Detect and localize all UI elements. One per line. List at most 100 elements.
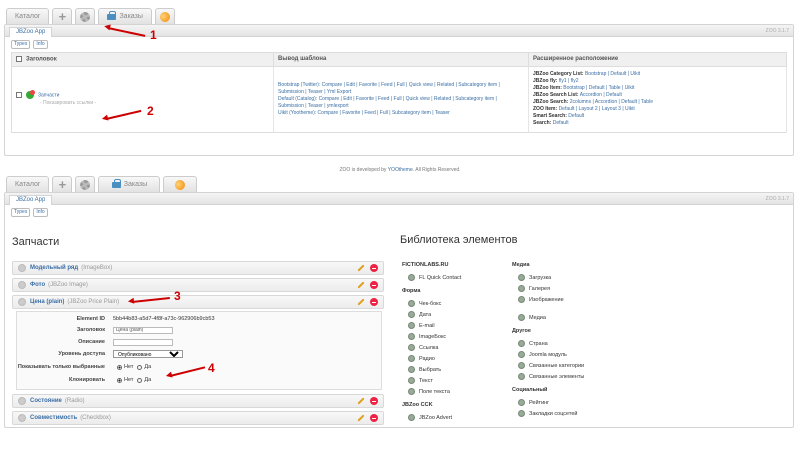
- library-item[interactable]: Чек-бокс: [402, 298, 502, 309]
- info-button[interactable]: Info: [33, 208, 48, 217]
- library-item[interactable]: Загрузка: [512, 272, 632, 283]
- layout-line[interactable]: JBZoo Category List: Bootstrap | Default…: [533, 71, 782, 78]
- layout-line[interactable]: JBZoo Search List: Accordion | Default: [533, 92, 782, 99]
- drag-handle-icon[interactable]: [18, 298, 26, 306]
- tab-orders[interactable]: Заказы: [98, 176, 161, 192]
- info-button[interactable]: Info: [33, 40, 48, 49]
- tab-add[interactable]: +: [52, 8, 73, 24]
- template-cell[interactable]: Bootstrap (Twitter): Compare | Edit | Fa…: [273, 66, 529, 133]
- element-icon: [518, 399, 525, 406]
- library-item[interactable]: Связанные категории: [512, 360, 632, 371]
- tab-orders-label: Заказы: [119, 13, 143, 20]
- element-row-condition[interactable]: Состояние (Radio): [12, 394, 384, 408]
- library-item[interactable]: Закладки соцсетей: [512, 408, 632, 419]
- access-select[interactable]: Опубликовано: [113, 350, 183, 358]
- title-input[interactable]: [113, 326, 173, 334]
- element-icon: [408, 311, 415, 318]
- library-item[interactable]: Связанные элементы: [512, 371, 632, 382]
- clone-row: Клонировать Нет Да: [68, 377, 152, 383]
- row-checkbox[interactable]: [16, 92, 22, 99]
- library-item[interactable]: Изображение: [512, 294, 632, 305]
- layout-line[interactable]: JBZoo fly: fly1 | fly2: [533, 78, 782, 85]
- drag-handle-icon[interactable]: [18, 264, 26, 272]
- library-item[interactable]: JBZoo Advert: [402, 412, 502, 423]
- edit-icon[interactable]: [357, 298, 365, 306]
- tab-zoo[interactable]: [154, 8, 175, 24]
- library-item[interactable]: Радио: [402, 353, 502, 364]
- library-item[interactable]: E-mail: [402, 320, 502, 331]
- tab-zoo[interactable]: [163, 176, 198, 192]
- element-config-form: Element ID 5bb44b83-a5d7-4f8f-a73c-962906…: [16, 311, 382, 390]
- app-tab-jbzoo[interactable]: JBZoo App: [9, 195, 53, 205]
- edit-icon[interactable]: [357, 397, 365, 405]
- library-item[interactable]: FL Quick Contact: [402, 272, 502, 283]
- library-item[interactable]: Текст: [402, 375, 502, 386]
- edit-icon[interactable]: [357, 264, 365, 272]
- layout-line[interactable]: Search: Default: [533, 120, 782, 127]
- show-selected-no-radio[interactable]: [117, 364, 122, 370]
- library-item[interactable]: Галерея: [512, 283, 632, 294]
- tab-add[interactable]: +: [52, 176, 73, 192]
- library-item[interactable]: Страна: [512, 338, 632, 349]
- tab-catalog[interactable]: Каталог: [6, 8, 50, 24]
- library-col-2: Медиа Загрузка Галерея Изображение Медиа…: [512, 260, 632, 419]
- element-row-price[interactable]: Цена (plain) (JBZoo Price Plain): [12, 295, 384, 309]
- edit-icon[interactable]: [357, 281, 365, 289]
- tab-settings[interactable]: [75, 8, 96, 24]
- type-title-link[interactable]: Запчасти: [38, 93, 59, 99]
- gear-icon: [80, 179, 91, 190]
- drag-handle-icon[interactable]: [18, 397, 26, 405]
- layout-line[interactable]: ZOO Item: Default | Layout 2 | Layout 3 …: [533, 106, 782, 113]
- element-icon: [408, 300, 415, 307]
- library-item[interactable]: Поле текста: [402, 386, 502, 397]
- element-row-compat[interactable]: Совместимость (Checkbox): [12, 411, 384, 425]
- element-icon: [408, 355, 415, 362]
- drag-handle-icon[interactable]: [18, 281, 26, 289]
- section-title: Запчасти: [12, 236, 60, 248]
- library-item[interactable]: Выбрать: [402, 364, 502, 375]
- toolbar: Types Info: [5, 37, 793, 52]
- library-item[interactable]: ImageБокс: [402, 331, 502, 342]
- app-tab-jbzoo[interactable]: JBZoo App: [9, 27, 53, 37]
- library-item[interactable]: Дата: [402, 309, 502, 320]
- layout-cell: JBZoo Category List: Bootstrap | Default…: [528, 66, 787, 133]
- plus-icon: +: [58, 177, 67, 192]
- element-row-photo[interactable]: Фото (JBZoo Image): [12, 278, 384, 292]
- element-icon: [408, 414, 415, 421]
- delete-icon[interactable]: [370, 281, 378, 289]
- element-icon: [408, 344, 415, 351]
- template-line[interactable]: Uikit (Yootheme): Compare | Favorite | F…: [278, 110, 524, 117]
- edit-icon[interactable]: [357, 414, 365, 422]
- select-all-checkbox[interactable]: [16, 56, 22, 62]
- clone-yes-radio[interactable]: [137, 377, 143, 383]
- delete-icon[interactable]: [370, 414, 378, 422]
- access-row: Уровень доступа Опубликовано: [17, 349, 381, 359]
- description-input[interactable]: [113, 338, 173, 346]
- clone-no-radio[interactable]: [117, 377, 122, 383]
- types-button[interactable]: Types: [11, 208, 31, 217]
- element-id-row: Element ID 5bb44b83-a5d7-4f8f-a73c-962906…: [76, 316, 215, 322]
- layout-line[interactable]: Smart Search: Default: [533, 113, 782, 120]
- layout-line[interactable]: JBZoo Search: 2columns | Accordion | Def…: [533, 99, 782, 106]
- template-line[interactable]: Default (Catalog): Compare | Edit | Favo…: [278, 96, 524, 110]
- yootheme-link[interactable]: YOOtheme: [388, 167, 413, 173]
- library-item[interactable]: Медиа: [512, 312, 632, 323]
- delete-icon[interactable]: [370, 264, 378, 272]
- delete-icon[interactable]: [370, 298, 378, 306]
- library-item[interactable]: Рейтинг: [512, 397, 632, 408]
- delete-icon[interactable]: [370, 397, 378, 405]
- show-selected-yes-radio[interactable]: [137, 364, 143, 370]
- library-item[interactable]: Joomla модуль: [512, 349, 632, 360]
- layout-line[interactable]: JBZoo Item: Bootstrap | Default | Table …: [533, 85, 782, 92]
- tab-catalog[interactable]: Каталог: [6, 176, 50, 192]
- gear-icon: [80, 11, 91, 22]
- template-line[interactable]: Bootstrap (Twitter): Compare | Edit | Fa…: [278, 82, 524, 96]
- library-item[interactable]: Ссылка: [402, 342, 502, 353]
- types-button[interactable]: Types: [11, 40, 31, 49]
- element-row-model[interactable]: Модельный ряд (ImageBox): [12, 261, 384, 275]
- element-icon: [408, 322, 415, 329]
- library-title: Библиотека элементов: [400, 234, 518, 246]
- tab-settings[interactable]: [75, 176, 96, 192]
- tab-orders[interactable]: Заказы: [98, 8, 152, 24]
- drag-handle-icon[interactable]: [18, 414, 26, 422]
